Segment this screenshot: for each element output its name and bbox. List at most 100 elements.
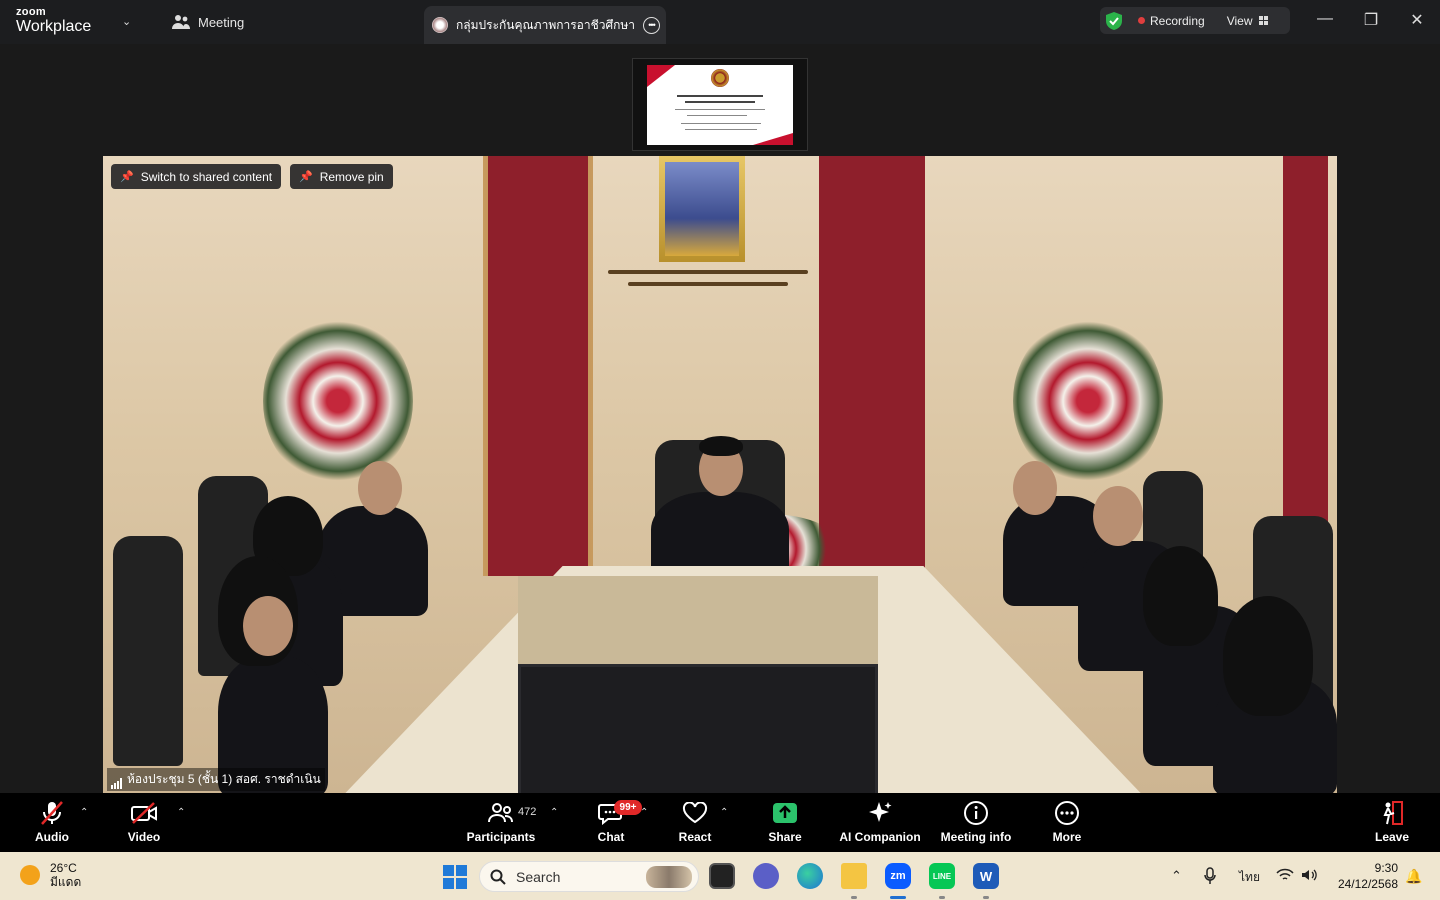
recording-dot-icon <box>1138 17 1145 24</box>
input-language[interactable]: ไทย <box>1239 868 1260 887</box>
meeting-stage: 📌 Switch to shared content 📌 Remove pin … <box>0 44 1440 793</box>
wall-panel <box>488 156 588 576</box>
system-clock[interactable]: 9:30 24/12/2568 <box>1334 861 1398 892</box>
participants-icon <box>488 803 513 823</box>
slide-preview <box>647 65 793 145</box>
wall-panel <box>1283 156 1328 576</box>
info-icon <box>964 801 988 825</box>
video-button[interactable]: Video <box>96 799 192 844</box>
windows-taskbar: 26°C มีแดด Search zm LINE W ⌃ ไทย 9:30 2… <box>0 852 1440 900</box>
react-button[interactable]: React <box>647 799 743 844</box>
video-options-icon[interactable]: ⌃ <box>177 807 185 818</box>
temperature: 26°C <box>50 861 77 875</box>
brand-top: zoom <box>16 6 46 18</box>
zoom-app-icon[interactable]: zm <box>885 863 911 889</box>
active-app-indicator <box>890 896 906 899</box>
monitor-screen <box>518 664 878 793</box>
recording-view-group: Recording View <box>1100 7 1290 34</box>
search-highlight-image <box>646 865 692 888</box>
audio-options-icon[interactable]: ⌃ <box>80 807 88 818</box>
grid-view-icon[interactable] <box>1258 16 1268 25</box>
chat-label: Chat <box>597 830 625 844</box>
share-button[interactable]: Share <box>737 799 833 844</box>
leave-label: Leave <box>1374 830 1410 844</box>
leave-button[interactable]: Leave <box>1344 799 1440 844</box>
recording-label[interactable]: Recording <box>1150 14 1205 28</box>
clock-date: 24/12/2568 <box>1337 876 1398 891</box>
more-button[interactable]: More <box>1019 799 1115 844</box>
microphone-icon[interactable] <box>1203 867 1217 885</box>
wifi-icon[interactable] <box>1276 868 1294 882</box>
participant-name: ห้องประชุม 5 (ชั้น 1) สอศ. ราชดำเนิน <box>127 772 321 786</box>
chevron-down-icon[interactable]: ⌄ <box>122 15 131 28</box>
pin-icon: 📌 <box>120 171 134 183</box>
meeting-info-label: Meeting info <box>940 830 1012 844</box>
portrait-image <box>659 156 745 262</box>
view-button[interactable]: View <box>1227 14 1253 28</box>
seal-icon <box>711 69 729 87</box>
copilot-app-icon[interactable] <box>753 863 779 889</box>
more-label: More <box>1052 830 1082 844</box>
tab-shared-screen-label: กลุ่มประกันคุณภาพการอาชีวศึกษา's sc <box>456 17 635 32</box>
search-placeholder: Search <box>516 868 561 885</box>
start-button[interactable] <box>443 865 467 889</box>
task-view-icon[interactable] <box>709 863 735 889</box>
participant-name-tag: ห้องประชุม 5 (ชั้น 1) สอศ. ราชดำเนิน <box>107 768 325 791</box>
heart-icon <box>682 802 708 824</box>
share-label: Share <box>768 830 802 844</box>
meeting-info-button[interactable]: Meeting info <box>928 799 1024 844</box>
shared-content-thumbnail[interactable] <box>632 58 808 151</box>
word-app-icon[interactable]: W <box>973 863 999 889</box>
people-icon <box>172 15 190 29</box>
tab-shared-screen[interactable]: กลุ่มประกันคุณภาพการอาชีวศึกษา's sc ••• <box>424 6 666 44</box>
weather-widget[interactable]: 26°C มีแดด <box>20 861 81 890</box>
more-icon <box>1055 801 1079 825</box>
sun-icon <box>20 865 40 886</box>
switch-to-shared-content-button[interactable]: 📌 Switch to shared content <box>111 164 282 189</box>
wall-sign <box>608 270 808 306</box>
volume-icon[interactable] <box>1301 868 1317 882</box>
microphone-muted-icon <box>41 801 63 825</box>
chat-button[interactable]: Chat <box>563 799 659 844</box>
participants-label: Participants <box>466 830 536 844</box>
pinned-video[interactable]: 📌 Switch to shared content 📌 Remove pin … <box>103 156 1337 793</box>
zoom-workplace-logo[interactable]: zoom Workplace <box>16 7 91 35</box>
tab-avatar-icon <box>432 17 448 33</box>
remove-pin-label: Remove pin <box>319 169 384 184</box>
weather-condition: มีแดด <box>50 875 82 890</box>
ai-companion-button[interactable]: AI Companion <box>832 799 928 844</box>
leave-door-icon <box>1383 801 1403 825</box>
minimize-button[interactable]: — <box>1315 10 1335 28</box>
taskbar-search[interactable]: Search <box>479 861 699 892</box>
pin-icon: 📌 <box>299 171 313 183</box>
switch-to-shared-content-label: Switch to shared content <box>140 169 273 184</box>
participants-options-icon[interactable]: ⌃ <box>550 807 558 818</box>
maximize-button[interactable]: ❐ <box>1361 10 1381 30</box>
line-app-icon[interactable]: LINE <box>929 863 955 889</box>
participant-count: 472 <box>518 806 537 818</box>
share-screen-icon <box>773 803 797 823</box>
tab-meeting-label: Meeting <box>198 14 245 30</box>
wall-panel <box>819 156 925 576</box>
search-icon <box>490 869 506 885</box>
ai-companion-label: AI Companion <box>839 830 921 844</box>
remove-pin-button[interactable]: 📌 Remove pin <box>290 164 393 189</box>
edge-browser-icon[interactable] <box>797 863 823 889</box>
flower-arrangement <box>263 316 413 486</box>
audio-label: Audio <box>35 830 69 844</box>
react-label: React <box>678 830 712 844</box>
audio-button[interactable]: Audio <box>4 799 100 844</box>
notification-bell-icon[interactable]: 🔔 <box>1405 868 1422 885</box>
video-label: Video <box>127 830 161 844</box>
shield-check-icon[interactable] <box>1106 11 1122 30</box>
file-explorer-icon[interactable] <box>841 863 867 889</box>
camera-off-icon <box>131 802 157 824</box>
brand-bottom: Workplace <box>16 18 92 35</box>
clock-time: 9:30 <box>1374 861 1398 875</box>
react-options-icon[interactable]: ⌃ <box>720 807 728 818</box>
more-options-icon[interactable]: ••• <box>643 16 660 34</box>
close-button[interactable]: ✕ <box>1407 10 1427 30</box>
tab-meeting[interactable]: Meeting <box>172 14 244 30</box>
meeting-toolbar: Audio ⌃ Video ⌃ Participants ⌃ Chat ⌃ Re… <box>0 793 1440 852</box>
show-hidden-icons-chevron-icon[interactable]: ⌃ <box>1171 868 1182 884</box>
